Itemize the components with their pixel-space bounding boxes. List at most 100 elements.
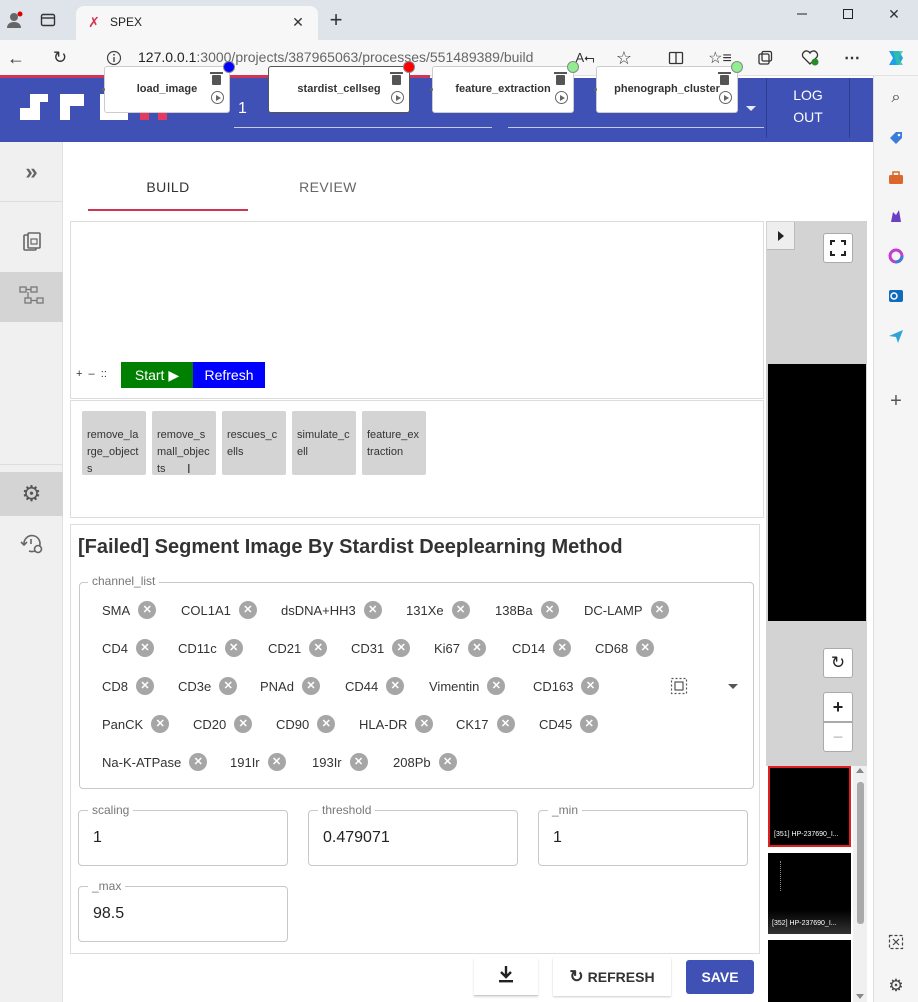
channel-chip[interactable]: PanCK ✕ [102,715,170,733]
delete-node-icon[interactable] [718,72,731,85]
remove-chip-icon[interactable]: ✕ [317,715,336,733]
copilot-icon[interactable] [884,46,908,70]
channel-chip[interactable]: 208Pb ✕ [393,753,457,771]
channel-chip[interactable]: SMA ✕ [102,601,157,619]
scrollbar-thumb[interactable] [857,782,864,924]
remove-chip-icon[interactable]: ✕ [650,601,669,619]
channel-chip[interactable]: CD45 ✕ [539,715,599,733]
chevron-down-icon[interactable] [728,684,738,689]
channel-chip[interactable]: CD21 ✕ [268,639,328,657]
zoom-controls[interactable]: + – :: [76,368,107,380]
add-sidebar-app-icon[interactable]: + [886,390,906,412]
channel-chip[interactable]: dsDNA+HH3 ✕ [281,601,382,619]
pipeline-node-stardist-cellseg[interactable]: stardist_cellseg [268,61,415,113]
channel-chip[interactable]: 193Ir ✕ [312,753,368,771]
palette-block-remove-small-objects[interactable]: remove_small_objects [152,411,216,475]
channel-chip[interactable]: Ki67 ✕ [434,639,487,657]
games-icon[interactable] [886,206,906,226]
channel-chip[interactable]: 191Ir ✕ [230,753,286,771]
zoom-in-button[interactable]: + [823,692,853,722]
maximize-icon[interactable] [838,4,858,24]
remove-chip-icon[interactable]: ✕ [636,639,655,657]
remove-chip-icon[interactable]: ✕ [136,639,155,657]
delete-node-icon[interactable] [554,72,567,85]
thumbnail[interactable] [768,940,851,1002]
back-icon[interactable]: ← [6,48,26,68]
save-button[interactable]: SAVE [686,960,754,994]
run-node-icon[interactable] [391,91,404,104]
download-button[interactable] [474,958,538,996]
delete-node-icon[interactable] [210,72,223,85]
pipeline-node-phenograph-cluster[interactable]: phenograph_cluster [594,61,743,113]
close-window-icon[interactable]: ✕ [884,4,904,24]
minimize-icon[interactable] [792,4,812,24]
screenshot-icon[interactable] [886,932,906,952]
start-button[interactable]: Start ▶ [121,362,193,388]
pipeline-node-load-image[interactable]: load_image [102,61,235,113]
channel-chip[interactable]: CD4 ✕ [102,639,155,657]
delete-node-icon[interactable] [390,72,403,85]
channel-chip[interactable]: CD68 ✕ [595,639,655,657]
browser-tab[interactable]: ✗ SPEX ✕ [76,6,318,40]
remove-chip-icon[interactable]: ✕ [219,677,238,695]
remove-chip-icon[interactable]: ✕ [415,715,434,733]
remove-chip-icon[interactable]: ✕ [580,715,599,733]
channel-chip[interactable]: CD14 ✕ [512,639,572,657]
sidebar-item-pipelines[interactable] [0,272,63,322]
channel-chip[interactable]: Vimentin ✕ [429,677,506,695]
remove-chip-icon[interactable]: ✕ [267,753,286,771]
url-field[interactable]: 127.0.0.1:3000/projects/387965063/proces… [138,49,533,65]
remove-chip-icon[interactable]: ✕ [136,677,155,695]
remove-chip-icon[interactable]: ✕ [581,677,600,695]
new-tab-icon[interactable]: + [326,7,346,32]
split-screen-icon[interactable] [666,48,686,68]
fullscreen-button[interactable] [823,233,853,263]
threshold-field[interactable]: 0.479071 [308,810,518,866]
shopping-tag-icon[interactable] [886,128,906,148]
tab-actions-icon[interactable] [38,10,58,30]
image-canvas[interactable] [768,364,866,621]
collapse-viewer-button[interactable] [767,222,795,250]
sidebar-item-files[interactable] [0,216,63,272]
remove-chip-icon[interactable]: ✕ [553,639,572,657]
channel-chip[interactable]: COL1A1 ✕ [181,601,257,619]
remove-chip-icon[interactable]: ✕ [496,715,515,733]
tab-build[interactable]: BUILD [88,165,248,211]
remove-chip-icon[interactable]: ✕ [540,601,559,619]
history-settings-icon[interactable] [0,522,63,566]
min-field[interactable]: 1 [538,810,748,866]
channel-chip[interactable]: CD20 ✕ [193,715,253,733]
reset-view-button[interactable]: ↻ [823,648,853,678]
remove-chip-icon[interactable]: ✕ [468,639,487,657]
run-node-icon[interactable] [555,91,568,104]
thumbnail[interactable]: [352] HP-237690_I... [768,853,851,934]
channel-chip[interactable]: CD31 ✕ [351,639,411,657]
refresh-button[interactable]: ↻ REFRESH [553,958,671,996]
palette-block-feature-extraction[interactable]: feature_extraction [362,411,426,475]
remove-chip-icon[interactable]: ✕ [224,639,243,657]
channel-chip[interactable]: 138Ba ✕ [495,601,559,619]
outlook-icon[interactable] [886,286,906,306]
scroll-down-icon[interactable] [856,994,864,999]
remove-chip-icon[interactable]: ✕ [438,753,457,771]
channel-chip[interactable]: CD90 ✕ [276,715,336,733]
microsoft-365-icon[interactable] [886,246,906,266]
remove-chip-icon[interactable]: ✕ [238,601,257,619]
remove-chip-icon[interactable]: ✕ [301,677,320,695]
remove-chip-icon[interactable]: ✕ [138,601,157,619]
remove-chip-icon[interactable]: ✕ [234,715,253,733]
scroll-up-icon[interactable] [856,768,864,773]
collections-icon[interactable] [755,48,775,68]
remove-chip-icon[interactable]: ✕ [189,753,208,771]
settings-icon[interactable]: ⚙ [0,472,63,516]
remove-chip-icon[interactable]: ✕ [151,715,170,733]
channel-chip[interactable]: CD163 ✕ [533,677,600,695]
more-options-icon[interactable]: ⋯ [842,48,862,68]
run-node-icon[interactable] [719,91,732,104]
thumbnail[interactable]: [351] HP-237690_I... [768,766,851,847]
channel-chip[interactable]: CD11c ✕ [178,639,243,657]
favorites-icon[interactable]: ☆≡ [708,48,732,68]
channel-chip[interactable]: DC-LAMP ✕ [584,601,669,619]
remove-chip-icon[interactable]: ✕ [487,677,506,695]
max-field[interactable]: 98.5 [78,886,288,942]
